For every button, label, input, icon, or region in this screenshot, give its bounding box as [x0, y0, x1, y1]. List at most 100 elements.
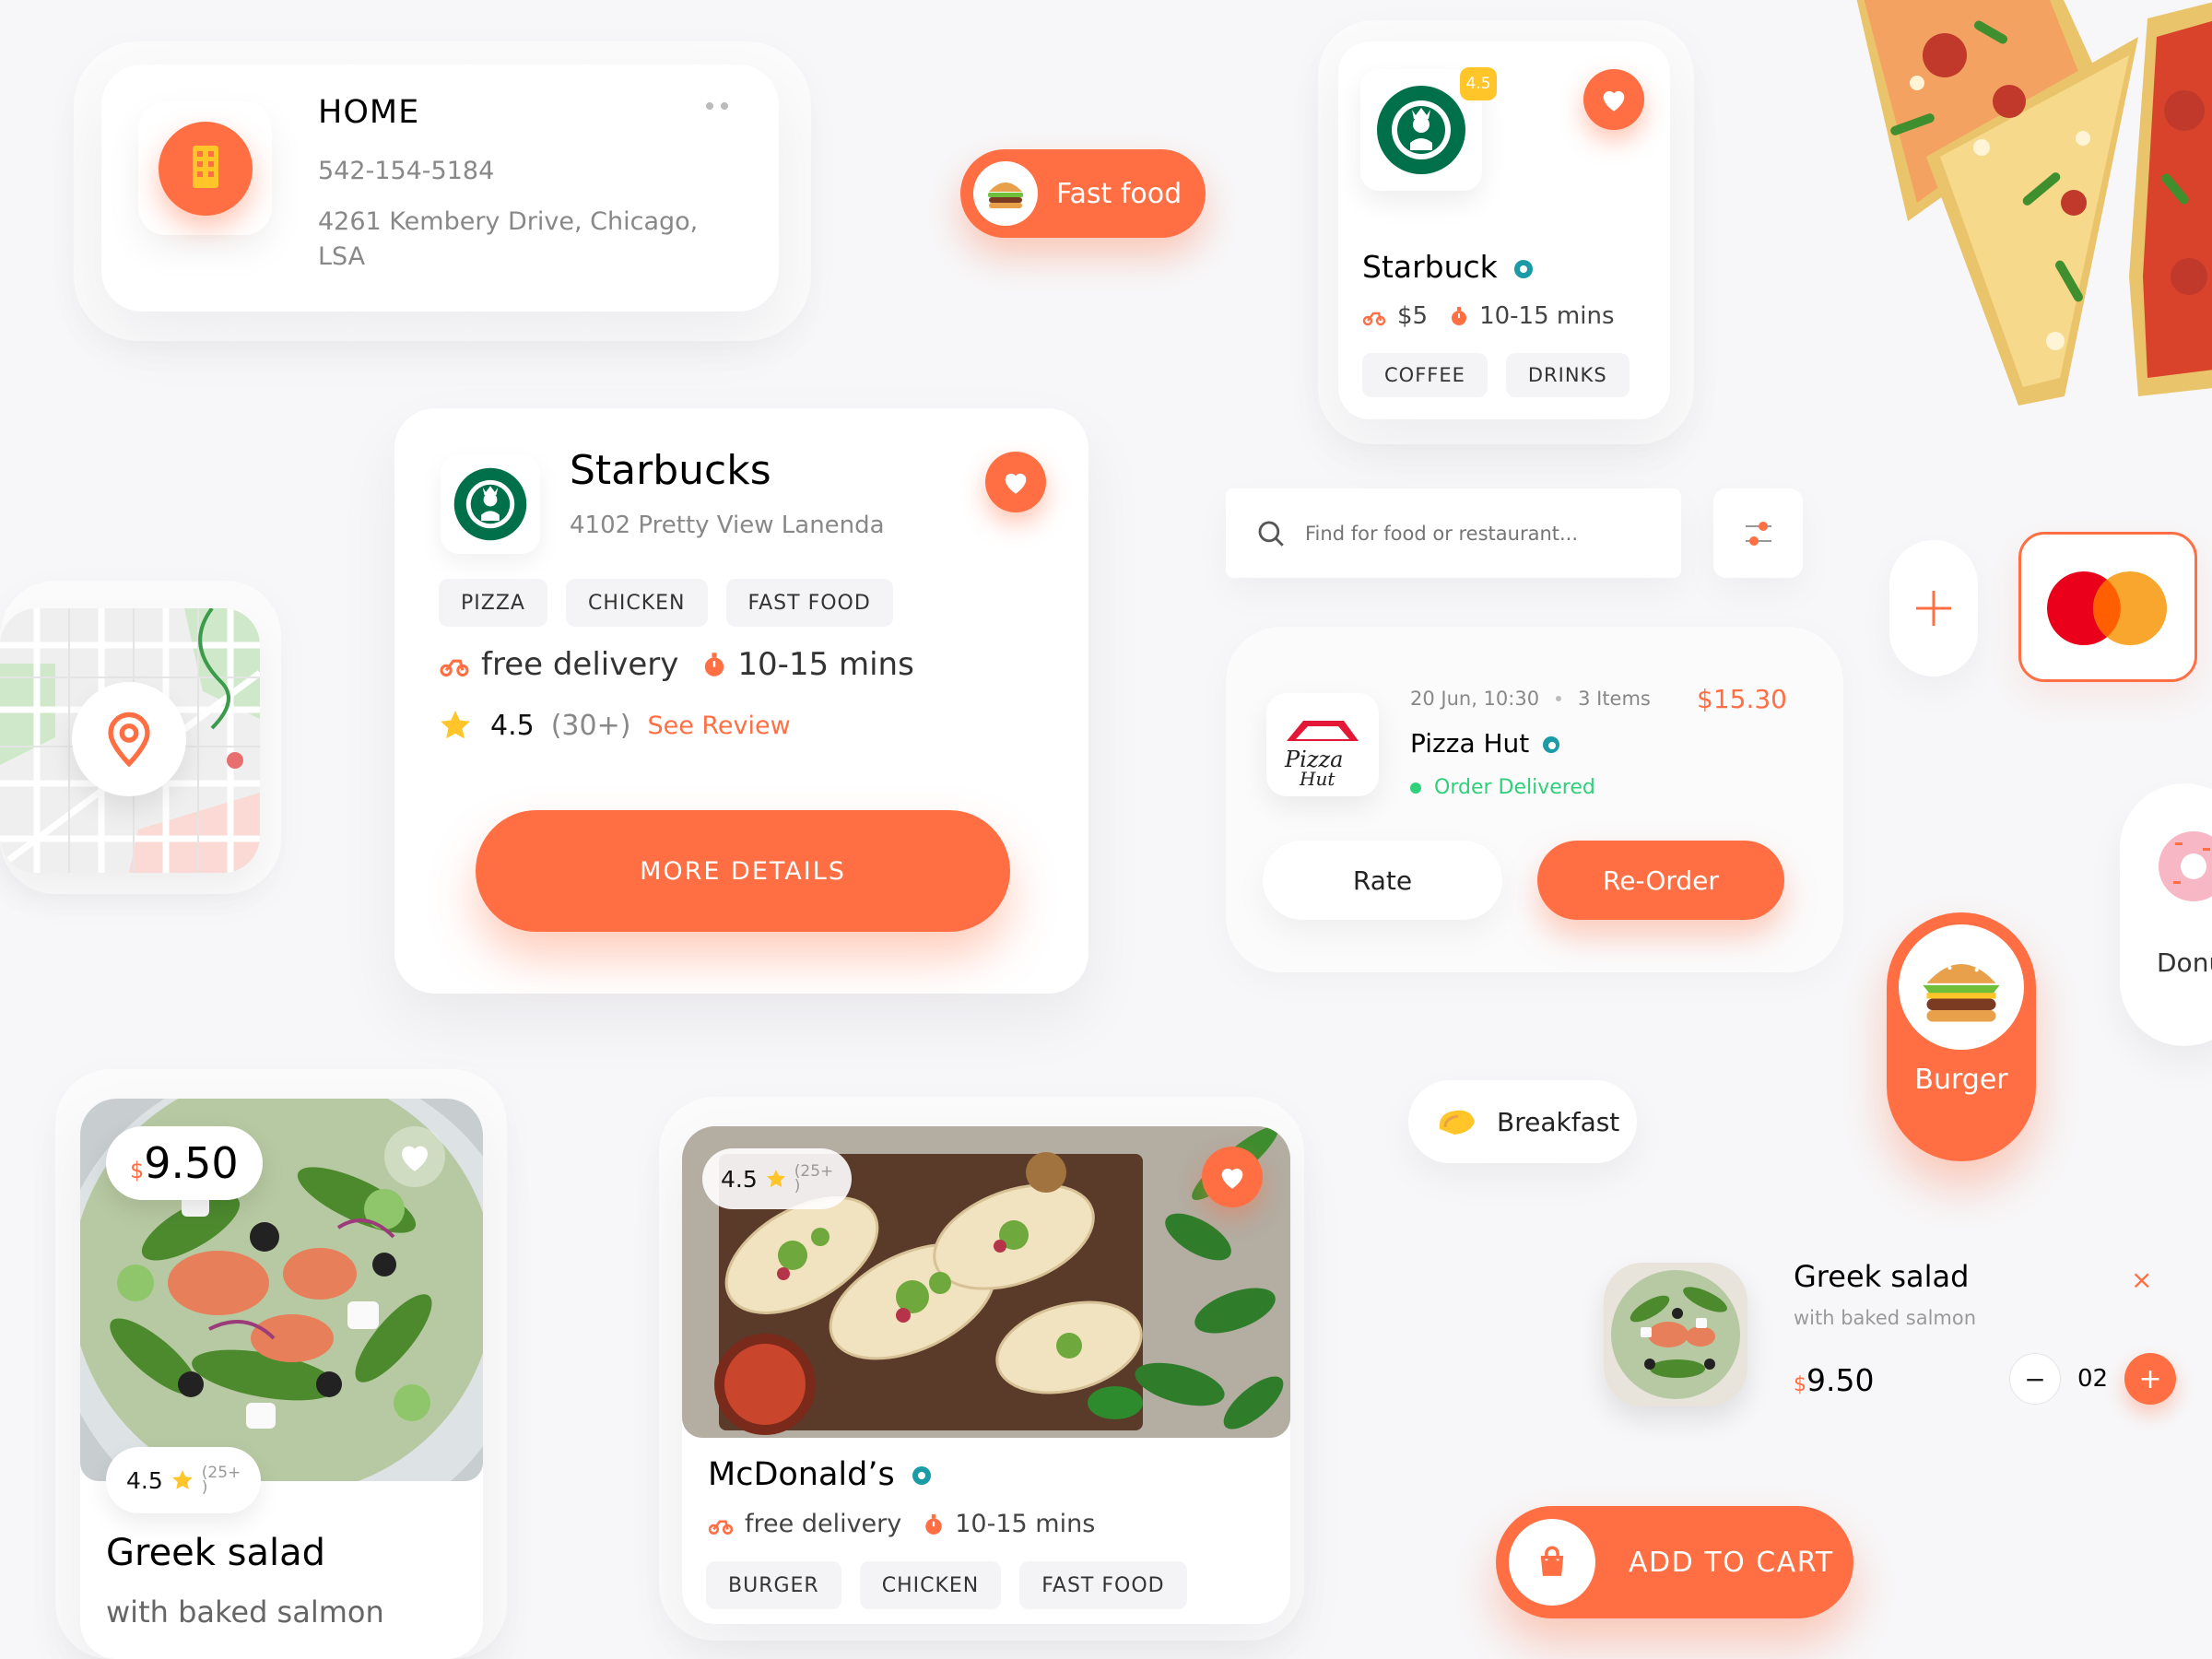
- heart-icon: [1603, 90, 1625, 112]
- category-donut-label: Donu: [2157, 947, 2212, 978]
- svg-text:Hut: Hut: [1299, 768, 1335, 790]
- address-phone: 542-154-5184: [318, 157, 495, 185]
- timer-icon: [702, 652, 726, 677]
- timer-icon: [1450, 306, 1468, 326]
- favorite-button[interactable]: [985, 452, 1046, 512]
- review-count-close: ): [794, 1177, 801, 1195]
- add-to-cart-label: ADD TO CART: [1629, 1546, 1834, 1579]
- restaurant-name: Starbuck: [1362, 249, 1534, 285]
- price-badge: $ 9.50: [106, 1126, 263, 1200]
- filter-button[interactable]: [1713, 488, 1803, 578]
- reorder-button[interactable]: Re-Order: [1537, 841, 1784, 920]
- starbucks-logo-icon: [453, 467, 527, 541]
- order-items: 3 Items: [1578, 688, 1651, 710]
- cart-item-image: [1604, 1263, 1747, 1406]
- address-icon-tile: [138, 101, 272, 235]
- pizza-image: [1834, 0, 2212, 433]
- restaurant-name-text: Pizza Hut: [1410, 728, 1530, 759]
- mcd-card[interactable]: 4.5 (25+ ) McDonald’s free delivery 10-1…: [682, 1126, 1290, 1624]
- map-pin-button[interactable]: [72, 682, 186, 796]
- address-text: 4261 Kembery Drive, Chicago, LSA: [318, 207, 699, 271]
- scooter-icon: [708, 1513, 734, 1535]
- tag-list: PIZZA CHICKEN FAST FOOD: [439, 579, 893, 627]
- tag-list: COFFEE DRINKS: [1362, 353, 1630, 397]
- favorite-button[interactable]: [1202, 1147, 1263, 1207]
- address-card[interactable]: HOME 542-154-5184 4261 Kembery Drive, Ch…: [101, 65, 779, 312]
- category-breakfast-label: Breakfast: [1497, 1106, 1620, 1137]
- plus-icon: [1916, 591, 1951, 626]
- delivery-time: 10-15 mins: [955, 1510, 1096, 1538]
- search-bar[interactable]: [1226, 488, 1681, 578]
- rate-button[interactable]: Rate: [1263, 841, 1502, 920]
- restaurant-name: McDonald’s: [708, 1456, 931, 1493]
- rating-row: 4.5 (30+) See Review: [437, 708, 791, 743]
- favorite-button[interactable]: [384, 1126, 445, 1187]
- tag-chip: PIZZA: [439, 579, 547, 627]
- shopping-bag-icon: [1509, 1519, 1595, 1606]
- rating-value: 4.5: [490, 709, 535, 742]
- delivery-time: 10-15 mins: [737, 646, 914, 683]
- order-date-text: 20 Jun, 10:30: [1410, 688, 1540, 710]
- review-count: (25+ ): [202, 1465, 241, 1496]
- order-status: Order Delivered: [1410, 776, 1595, 799]
- tag-chip: CHICKEN: [859, 1561, 1002, 1609]
- tag-chip: CHICKEN: [565, 579, 708, 627]
- category-breakfast[interactable]: Breakfast: [1408, 1080, 1637, 1163]
- dot-separator: [1556, 696, 1562, 701]
- pizza-hut-logo-tile: Pizza Hut: [1266, 693, 1379, 796]
- address-title: HOME: [318, 94, 420, 131]
- category-fast-food[interactable]: Fast food: [960, 149, 1206, 238]
- scooter-icon: [1362, 306, 1386, 326]
- burger-icon: [973, 161, 1038, 226]
- quantity-value: 02: [2077, 1365, 2109, 1393]
- decrement-button[interactable]: −: [2009, 1353, 2061, 1405]
- tag-chip: BURGER: [706, 1561, 841, 1609]
- delivery-meta: free delivery 10-15 mins: [708, 1510, 1095, 1538]
- add-to-cart-button[interactable]: ADD TO CART: [1496, 1506, 1853, 1618]
- burger-icon: [1899, 924, 2024, 1050]
- remove-button[interactable]: ×: [2131, 1265, 2152, 1295]
- quantity-stepper[interactable]: − 02 +: [2009, 1353, 2177, 1405]
- location-pin-icon: [108, 712, 150, 768]
- starbucks-card[interactable]: Starbucks 4102 Pretty View Lanenda PIZZA…: [394, 408, 1088, 994]
- see-review-link[interactable]: See Review: [647, 712, 790, 740]
- food-title: Greek salad: [106, 1532, 326, 1574]
- more-dots-icon[interactable]: [704, 98, 734, 110]
- tag-chip: DRINKS: [1505, 353, 1630, 397]
- category-burger[interactable]: Burger: [1887, 912, 2036, 1161]
- restaurant-address: 4102 Pretty View Lanenda: [570, 512, 885, 539]
- category-burger-label: Burger: [1914, 1064, 2008, 1096]
- category-donut[interactable]: Donu: [2120, 783, 2212, 1046]
- rating-badge: 4.5 (25+ ): [702, 1148, 853, 1209]
- food-subtitle: with baked salmon: [106, 1594, 384, 1630]
- salad-card[interactable]: $ 9.50 4.5 (25+ ) Greek salad with baked…: [80, 1099, 483, 1659]
- tag-chip: FAST FOOD: [725, 579, 893, 627]
- price-currency: $: [1794, 1373, 1806, 1396]
- restaurant-name: Starbucks: [570, 447, 771, 494]
- price-value: 9.50: [1806, 1362, 1875, 1398]
- delivery-meta: free delivery 10-15 mins: [439, 646, 914, 683]
- delivery-text: free delivery: [481, 646, 679, 683]
- order-card[interactable]: Pizza Hut 20 Jun, 10:30 3 Items $15.30 P…: [1235, 645, 1825, 857]
- timer-icon: [924, 1513, 944, 1535]
- starbuck-mini-card[interactable]: 4.5 Starbuck $5 10-15 mins COFFEE DRINKS: [1338, 41, 1670, 419]
- heart-icon: [1005, 473, 1027, 494]
- restaurant-name-text: McDonald’s: [708, 1456, 895, 1493]
- price-value: 9.50: [144, 1138, 239, 1188]
- verified-icon: [912, 1466, 931, 1485]
- favorite-button[interactable]: [1583, 69, 1644, 130]
- cart-item[interactable]: Greek salad with baked salmon $ 9.50 × −…: [1585, 1244, 2194, 1429]
- rating-value: 4.5: [721, 1165, 758, 1193]
- add-button[interactable]: [1889, 540, 1978, 677]
- mastercard-option[interactable]: [2018, 532, 2197, 682]
- building-icon: [159, 122, 253, 216]
- heart-icon: [402, 1146, 428, 1171]
- map-view[interactable]: [0, 608, 260, 873]
- tag-chip: FAST FOOD: [1019, 1561, 1187, 1609]
- increment-button[interactable]: +: [2124, 1353, 2177, 1405]
- review-count: (30+): [550, 709, 631, 742]
- search-input[interactable]: [1305, 522, 1674, 545]
- delivery-time: 10-15 mins: [1479, 302, 1615, 330]
- category-fast-food-label: Fast food: [1056, 177, 1182, 210]
- more-details-button[interactable]: MORE DETAILS: [476, 810, 1010, 932]
